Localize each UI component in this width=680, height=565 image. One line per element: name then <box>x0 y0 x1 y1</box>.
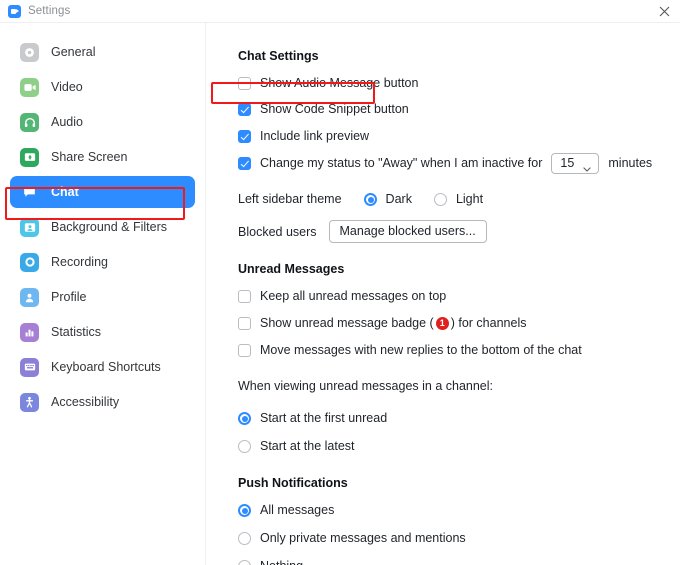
person-frame-icon <box>20 217 39 237</box>
viewing-unread-label-row: When viewing unread messages in a channe… <box>238 375 680 397</box>
keep-unread-on-top-checkbox[interactable] <box>238 289 251 303</box>
radio-label: Only private messages and mentions <box>260 531 466 545</box>
sidebar-item-general[interactable]: General <box>10 36 195 68</box>
inactive-minutes-select[interactable]: 15 <box>551 152 600 175</box>
section-heading-chat-settings: Chat Settings <box>238 49 319 63</box>
close-icon[interactable] <box>648 0 680 23</box>
checkbox-row-away-status[interactable]: Change my status to "Away" when I am ina… <box>238 152 680 174</box>
sidebar-item-label: Video <box>51 80 83 94</box>
sidebar-item-label: Recording <box>51 255 108 269</box>
sidebar-item-statistics[interactable]: Statistics <box>10 316 195 348</box>
sidebar-item-label: Chat <box>51 185 79 199</box>
blocked-users-label: Blocked users <box>238 224 317 239</box>
checkbox-label: Show Code Snippet button <box>260 102 409 116</box>
sidebar-item-share-screen[interactable]: Share Screen <box>10 141 195 173</box>
minutes-unit-label: minutes <box>608 156 653 170</box>
sidebar-item-label: Keyboard Shortcuts <box>51 360 161 374</box>
radio-label: Start at the first unread <box>260 411 388 425</box>
radio-row-all-messages[interactable]: All messages <box>238 499 680 521</box>
zoom-video-icon <box>8 4 21 18</box>
chevron-down-icon <box>583 161 592 175</box>
unread-count-badge: 1 <box>435 316 449 330</box>
radio-row-start-latest[interactable]: Start at the latest <box>238 435 680 457</box>
section-heading-unread-messages: Unread Messages <box>238 262 345 276</box>
checkbox-row-keep-unread-on-top[interactable]: Keep all unread messages on top <box>238 285 680 307</box>
sidebar-item-background-filters[interactable]: Background & Filters <box>10 211 195 243</box>
radio-row-start-first-unread[interactable]: Start at the first unread <box>238 407 680 429</box>
sidebar-item-accessibility[interactable]: Accessibility <box>10 386 195 418</box>
headphones-icon <box>20 112 39 132</box>
radio-row-nothing[interactable]: Nothing <box>238 555 680 565</box>
keyboard-icon <box>20 357 39 377</box>
sidebar-item-profile[interactable]: Profile <box>10 281 195 313</box>
sidebar-item-label: Profile <box>51 290 87 304</box>
video-camera-icon <box>20 77 39 97</box>
checkbox-label: Include link preview <box>260 129 370 143</box>
unread-badge-checkbox[interactable] <box>238 316 251 330</box>
include-link-preview-checkbox[interactable] <box>238 129 251 143</box>
record-circle-icon <box>20 252 39 272</box>
move-messages-checkbox[interactable] <box>238 343 251 357</box>
sidebar-item-audio[interactable]: Audio <box>10 106 195 138</box>
sidebar-item-label: Share Screen <box>51 150 128 164</box>
theme-dark-radio[interactable] <box>363 192 377 206</box>
accessibility-icon <box>20 392 39 412</box>
sidebar-item-label: Accessibility <box>51 395 120 409</box>
checkbox-row-move-messages[interactable]: Move messages with new replies to the bo… <box>238 339 680 361</box>
nothing-radio[interactable] <box>238 559 251 565</box>
sidebar-theme-label: Left sidebar theme <box>238 192 342 206</box>
window-title: Settings <box>28 5 71 17</box>
theme-light-radio[interactable] <box>433 192 447 206</box>
radio-row-only-private[interactable]: Only private messages and mentions <box>238 527 680 549</box>
start-latest-radio[interactable] <box>238 439 251 453</box>
sidebar-item-label: General <box>51 45 96 59</box>
bar-chart-icon <box>20 322 39 342</box>
chat-bubble-icon <box>20 182 39 202</box>
checkbox-label: Keep all unread messages on top <box>260 289 447 303</box>
manage-blocked-users-button[interactable]: Manage blocked users... <box>328 220 487 243</box>
sidebar-item-label: Background & Filters <box>51 220 168 234</box>
viewing-unread-label: When viewing unread messages in a channe… <box>238 379 494 393</box>
theme-light-label: Light <box>455 192 484 206</box>
theme-dark-label: Dark <box>385 192 412 206</box>
radio-label: Nothing <box>260 559 303 565</box>
checkbox-row-show-audio-message[interactable]: Show Audio Message button <box>238 72 680 94</box>
away-status-label: Change my status to "Away" when I am ina… <box>260 156 543 170</box>
radio-label: Start at the latest <box>260 439 355 453</box>
share-screen-icon <box>20 147 39 167</box>
gear-icon <box>20 42 39 62</box>
sidebar-item-label: Audio <box>51 115 83 129</box>
unread-badge-text-before: Show unread message badge ( <box>260 316 434 330</box>
sidebar-item-chat[interactable]: Chat <box>10 176 195 208</box>
radio-label: All messages <box>260 503 335 517</box>
unread-badge-text-after: ) for channels <box>450 316 527 330</box>
sidebar-item-recording[interactable]: Recording <box>10 246 195 278</box>
settings-sidebar: General Video Audio Share Screen Chat Ba… <box>0 23 206 565</box>
checkbox-row-show-code-snippet[interactable]: Show Code Snippet button <box>238 98 680 120</box>
blocked-users-row: Blocked users Manage blocked users... <box>238 220 680 243</box>
person-icon <box>20 287 39 307</box>
checkbox-row-unread-badge[interactable]: Show unread message badge ( 1 ) for chan… <box>238 312 680 334</box>
sidebar-theme-row: Left sidebar theme Dark Light <box>238 188 680 210</box>
inactive-minutes-value: 15 <box>560 156 575 170</box>
sidebar-item-label: Statistics <box>51 325 102 339</box>
checkbox-row-include-link-preview[interactable]: Include link preview <box>238 125 680 147</box>
away-status-checkbox[interactable] <box>238 156 251 170</box>
chat-settings-panel: Chat Settings Show Audio Message button … <box>206 23 680 565</box>
checkbox-label: Show Audio Message button <box>260 76 419 90</box>
sidebar-item-keyboard-shortcuts[interactable]: Keyboard Shortcuts <box>10 351 195 383</box>
window-title-bar: Settings <box>0 0 680 23</box>
section-heading-push-notifications: Push Notifications <box>238 476 348 490</box>
show-code-snippet-checkbox[interactable] <box>238 102 251 116</box>
show-audio-message-checkbox[interactable] <box>238 76 251 90</box>
all-messages-radio[interactable] <box>238 503 251 517</box>
checkbox-label: Move messages with new replies to the bo… <box>260 343 582 357</box>
only-private-radio[interactable] <box>238 531 251 545</box>
start-first-unread-radio[interactable] <box>238 411 251 425</box>
sidebar-item-video[interactable]: Video <box>10 71 195 103</box>
